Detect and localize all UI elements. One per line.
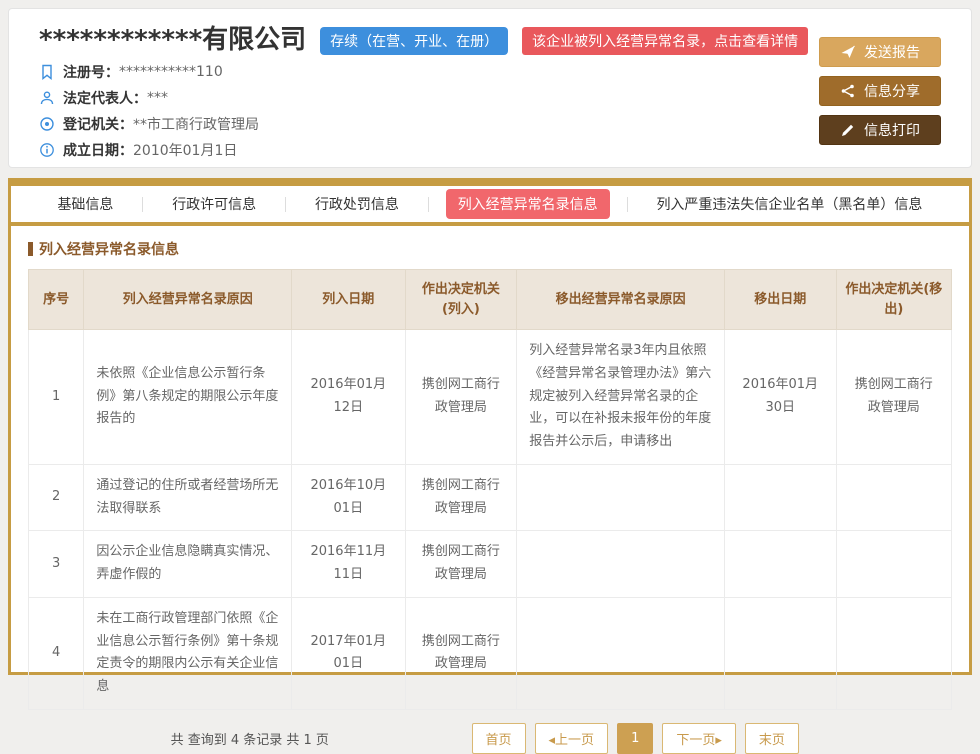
detail-card: 基础信息行政许可信息行政处罚信息列入经营异常名录信息列入严重违法失信企业名单（黑… xyxy=(8,178,972,675)
pagination-next-button[interactable]: 下一页▸ xyxy=(662,723,736,754)
table-row: 4未在工商行政管理部门依照《企业信息公示暂行条例》第十条规定责令的期限内公示有关… xyxy=(29,597,952,709)
table-cell: 携创网工商行政管理局 xyxy=(836,330,951,465)
table-cell: 携创网工商行政管理局 xyxy=(405,330,517,465)
field-label: 法定代表人： xyxy=(63,88,147,108)
table-cell: 2 xyxy=(29,464,84,531)
table-cell xyxy=(836,464,951,531)
table-cell: 1 xyxy=(29,330,84,465)
field-value: 2010年01月1日 xyxy=(133,140,237,160)
pagination: 共 查询到 4 条记录 共 1 页 首页 ◂上一页 1 下一页▸ 末页 xyxy=(28,723,952,754)
table-cell xyxy=(517,531,725,598)
company-field: 注册号：***********110 xyxy=(39,62,941,82)
pagination-buttons: 首页 ◂上一页 1 下一页▸ 末页 xyxy=(472,723,799,754)
field-label: 登记机关： xyxy=(63,114,133,134)
table-cell: 因公示企业信息隐瞒真实情况、弄虚作假的 xyxy=(84,531,292,598)
company-header-row: ************有限公司 存续（在营、开业、在册） 该企业被列入经营异常… xyxy=(39,25,941,56)
field-label: 注册号： xyxy=(63,62,119,82)
share-icon xyxy=(840,83,856,99)
column-header: 列入日期 xyxy=(292,270,406,330)
tab-separator xyxy=(285,197,286,212)
table-cell: 携创网工商行政管理局 xyxy=(405,464,517,531)
field-value: **市工商行政管理局 xyxy=(133,114,259,134)
table-cell xyxy=(517,597,725,709)
table-cell xyxy=(836,531,951,598)
tab-separator xyxy=(428,197,429,212)
company-fields: 注册号：***********110 法定代表人：*** 登记机关：**市工商行政管… xyxy=(39,62,941,160)
table-cell: 列入经营异常名录3年内且依照《经营异常名录管理办法》第六规定被列入经营异常名录的… xyxy=(517,330,725,465)
abnormal-alert-badge[interactable]: 该企业被列入经营异常名录，点击查看详情 xyxy=(522,27,808,55)
table-cell xyxy=(724,531,836,598)
table-cell: 2016年01月12日 xyxy=(292,330,406,465)
send-icon xyxy=(840,44,856,60)
table-cell: 3 xyxy=(29,531,84,598)
table-cell: 携创网工商行政管理局 xyxy=(405,597,517,709)
column-header: 作出决定机关(移出) xyxy=(836,270,951,330)
table-row: 1未依照《企业信息公示暂行条例》第八条规定的期限公示年度报告的2016年01月1… xyxy=(29,330,952,465)
status-badge: 存续（在营、开业、在册） xyxy=(320,27,508,55)
field-value: *** xyxy=(147,90,168,106)
company-field: 成立日期：2010年01月1日 xyxy=(39,140,941,160)
tab-item-3[interactable]: 行政处罚信息 xyxy=(303,189,411,219)
section-title-text: 列入经营异常名录信息 xyxy=(39,239,179,259)
table-body: 1未依照《企业信息公示暂行条例》第八条规定的期限公示年度报告的2016年01月1… xyxy=(29,330,952,710)
company-field: 登记机关：**市工商行政管理局 xyxy=(39,114,941,134)
abnormal-records-table: 序号列入经营异常名录原因列入日期作出决定机关(列入)移出经营异常名录原因移出日期… xyxy=(28,269,952,710)
tab-separator xyxy=(627,197,628,212)
table-cell: 携创网工商行政管理局 xyxy=(405,531,517,598)
person-icon xyxy=(39,90,55,106)
share-info-button[interactable]: 信息分享 xyxy=(819,76,941,106)
send-report-button[interactable]: 发送报告 xyxy=(819,37,941,67)
action-button-label: 发送报告 xyxy=(864,42,920,62)
table-cell: 通过登记的住所或者经营场所无法取得联系 xyxy=(84,464,292,531)
pagination-page-1-button[interactable]: 1 xyxy=(617,723,653,754)
record-count-summary: 共 查询到 4 条记录 共 1 页 xyxy=(28,729,472,748)
tab-item-4[interactable]: 列入经营异常名录信息 xyxy=(446,189,610,219)
column-header: 列入经营异常名录原因 xyxy=(84,270,292,330)
print-info-button[interactable]: 信息打印 xyxy=(819,115,941,145)
tab-item-5[interactable]: 列入严重违法失信企业名单（黑名单）信息 xyxy=(644,189,934,219)
table-cell: 未在工商行政管理部门依照《企业信息公示暂行条例》第十条规定责令的期限内公示有关企… xyxy=(84,597,292,709)
location-icon xyxy=(39,116,55,132)
info-icon xyxy=(39,142,55,158)
table-cell: 2016年10月01日 xyxy=(292,464,406,531)
field-label: 成立日期： xyxy=(63,140,133,160)
company-field: 法定代表人：*** xyxy=(39,88,941,108)
section-title: 列入经营异常名录信息 xyxy=(28,239,952,259)
table-head: 序号列入经营异常名录原因列入日期作出决定机关(列入)移出经营异常名录原因移出日期… xyxy=(29,270,952,330)
column-header: 移出经营异常名录原因 xyxy=(517,270,725,330)
table-cell xyxy=(517,464,725,531)
certificate-icon xyxy=(39,64,55,80)
company-summary-card: ************有限公司 存续（在营、开业、在册） 该企业被列入经营异常… xyxy=(8,8,972,168)
tab-content: 列入经营异常名录信息 序号列入经营异常名录原因列入日期作出决定机关(列入)移出经… xyxy=(11,226,969,754)
section-title-marker xyxy=(28,242,33,256)
table-cell: 未依照《企业信息公示暂行条例》第八条规定的期限公示年度报告的 xyxy=(84,330,292,465)
header-row: 序号列入经营异常名录原因列入日期作出决定机关(列入)移出经营异常名录原因移出日期… xyxy=(29,270,952,330)
action-button-label: 信息分享 xyxy=(864,81,920,101)
tab-bar: 基础信息 行政许可信息 行政处罚信息 列入经营异常名录信息 列入严重违法失信企业名单（黑… xyxy=(11,186,969,226)
tab-item-2[interactable]: 行政许可信息 xyxy=(160,189,268,219)
table-cell: 2017年01月01日 xyxy=(292,597,406,709)
print-icon xyxy=(840,122,856,138)
action-button-label: 信息打印 xyxy=(864,120,920,140)
field-value: ***********110 xyxy=(119,64,223,80)
table-cell: 2016年11月11日 xyxy=(292,531,406,598)
column-header: 作出决定机关(列入) xyxy=(405,270,517,330)
company-name: ************有限公司 xyxy=(39,25,306,56)
tab-item-1[interactable]: 基础信息 xyxy=(45,189,125,219)
table-cell xyxy=(724,464,836,531)
tab-separator xyxy=(142,197,143,212)
action-buttons: 发送报告信息分享信息打印 xyxy=(819,37,941,145)
pagination-first-button[interactable]: 首页 xyxy=(472,723,526,754)
table-cell: 4 xyxy=(29,597,84,709)
table-cell xyxy=(724,597,836,709)
table-row: 3因公示企业信息隐瞒真实情况、弄虚作假的2016年11月11日携创网工商行政管理… xyxy=(29,531,952,598)
table-cell: 2016年01月30日 xyxy=(724,330,836,465)
column-header: 移出日期 xyxy=(724,270,836,330)
table-cell xyxy=(836,597,951,709)
column-header: 序号 xyxy=(29,270,84,330)
table-row: 2通过登记的住所或者经营场所无法取得联系2016年10月01日携创网工商行政管理… xyxy=(29,464,952,531)
pagination-prev-button[interactable]: ◂上一页 xyxy=(535,723,609,754)
pagination-last-button[interactable]: 末页 xyxy=(745,723,799,754)
